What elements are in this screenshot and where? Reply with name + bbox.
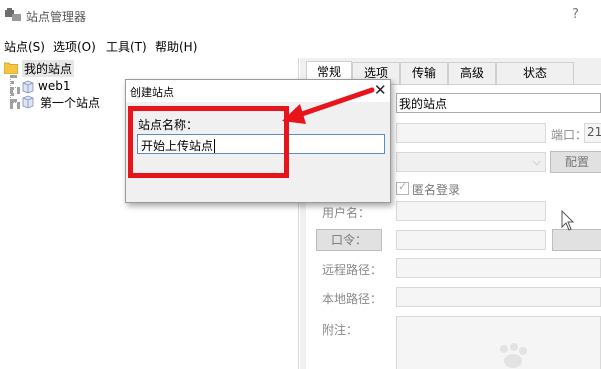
annotation-arrow-icon xyxy=(282,87,375,124)
